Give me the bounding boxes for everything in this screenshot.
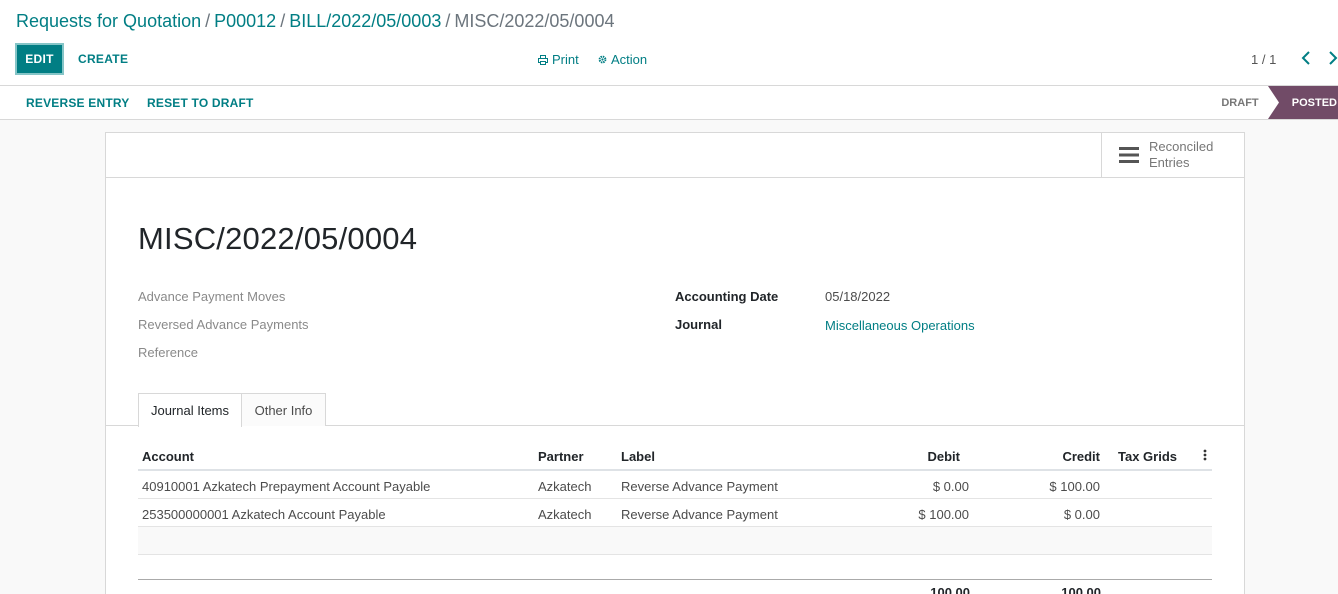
chevron-left-icon xyxy=(1301,51,1310,65)
total-credit: 100.00 xyxy=(1061,585,1101,594)
breadcrumb-item-rfq[interactable]: Requests for Quotation xyxy=(16,11,201,31)
column-header-label[interactable]: Label xyxy=(621,449,655,464)
smart-button-box: Reconciled Entries xyxy=(106,133,1244,178)
row-credit: $ 100.00 xyxy=(1049,479,1100,494)
optional-columns-toggle[interactable] xyxy=(1203,449,1207,464)
row-debit: $ 0.00 xyxy=(932,479,969,494)
breadcrumb-item-purchase-order[interactable]: P00012 xyxy=(214,11,276,31)
action-label: Action xyxy=(611,52,648,67)
chevron-right-icon xyxy=(1329,51,1338,65)
notebook-tabs: Journal Items Other Info xyxy=(106,393,1244,427)
form-sheet: Reconciled Entries MISC/2022/05/0004 Adv… xyxy=(105,132,1245,594)
list-icon xyxy=(1119,147,1139,163)
column-header-tax-grids[interactable]: Tax Grids xyxy=(1118,449,1177,464)
print-menu-button[interactable]: Print xyxy=(538,52,579,67)
pager-next-button[interactable] xyxy=(1328,51,1338,68)
reconciled-entries-label: Reconciled Entries xyxy=(1149,139,1213,171)
totals-divider xyxy=(138,579,1212,580)
row-label: Reverse Advance Payment xyxy=(621,479,778,494)
row-partner: Azkatech xyxy=(538,479,592,494)
column-header-debit[interactable]: Debit xyxy=(928,449,961,464)
breadcrumb-current: MISC/2022/05/0004 xyxy=(454,11,615,31)
breadcrumb: Requests for Quotation / P00012/BILL/2022/… xyxy=(16,11,614,32)
journal-label: Journal xyxy=(675,317,722,332)
reset-to-draft-button[interactable]: RESET TO DRAFT xyxy=(147,96,254,110)
action-menu-button[interactable]: Action xyxy=(598,52,647,67)
tab-other-info[interactable]: Other Info xyxy=(242,393,326,426)
record-title: MISC/2022/05/0004 xyxy=(138,221,418,256)
reconciled-entries-button[interactable]: Reconciled Entries xyxy=(1101,133,1244,177)
create-button[interactable]: CREATE xyxy=(78,52,128,66)
accounting-date-value: 05/18/2022 xyxy=(825,289,891,304)
stage-posted-label: POSTED xyxy=(1291,96,1337,109)
row-account: 253500000001 Azkatech Account Payable xyxy=(142,507,386,522)
breadcrumb-separator: / xyxy=(280,11,286,31)
reverse-entry-button[interactable]: REVERSE ENTRY xyxy=(26,96,130,110)
gear-icon xyxy=(598,55,607,64)
column-header-account[interactable]: Account xyxy=(142,449,194,464)
stage-posted: POSTED xyxy=(1268,86,1338,119)
row-partner: Azkatech xyxy=(538,507,592,522)
reference-label: Reference xyxy=(138,345,198,360)
print-icon xyxy=(538,54,548,65)
accounting-date-label: Accounting Date xyxy=(675,289,779,304)
total-debit: 100.00 xyxy=(930,585,970,594)
advance-payment-moves-label: Advance Payment Moves xyxy=(138,289,286,304)
journal-link[interactable]: Miscellaneous Operations xyxy=(825,318,975,333)
column-header-credit[interactable]: Credit xyxy=(1062,449,1100,464)
table-row[interactable]: 40910001 Azkatech Prepayment Account Pay… xyxy=(138,471,1212,499)
row-account: 40910001 Azkatech Prepayment Account Pay… xyxy=(142,479,431,494)
table-header: Account Partner Label Debit Credit Tax G… xyxy=(138,441,1212,471)
row-debit: $ 100.00 xyxy=(918,507,969,522)
table-row-empty xyxy=(138,527,1212,555)
status-bar: REVERSE ENTRY RESET TO DRAFT DRAFT POSTE… xyxy=(0,86,1338,120)
print-label: Print xyxy=(552,52,579,67)
breadcrumb-item-bill[interactable]: BILL/2022/05/0003 xyxy=(289,11,441,31)
pager-previous-button[interactable] xyxy=(1301,51,1311,68)
table-row[interactable]: 253500000001 Azkatech Account Payable Az… xyxy=(138,499,1212,527)
reconciled-entries-label-line2: Entries xyxy=(1149,155,1190,170)
row-label: Reverse Advance Payment xyxy=(621,507,778,522)
breadcrumb-separator: / xyxy=(445,11,451,31)
control-panel: Requests for Quotation / P00012/BILL/2022/… xyxy=(0,0,1338,86)
column-header-partner[interactable]: Partner xyxy=(538,449,584,464)
journal-items-table: Account Partner Label Debit Credit Tax G… xyxy=(138,441,1212,555)
vertical-ellipsis-icon xyxy=(1203,449,1207,461)
row-credit: $ 0.00 xyxy=(1063,507,1100,522)
breadcrumb-separator: / xyxy=(205,11,211,31)
pager-value[interactable]: 1 / 1 xyxy=(1251,52,1276,67)
tab-journal-items[interactable]: Journal Items xyxy=(138,393,242,427)
edit-button[interactable]: EDIT xyxy=(15,43,64,75)
stage-draft: DRAFT xyxy=(1221,96,1259,109)
reversed-advance-payments-label: Reversed Advance Payments xyxy=(138,317,309,332)
reconciled-entries-label-line1: Reconciled xyxy=(1149,139,1214,154)
